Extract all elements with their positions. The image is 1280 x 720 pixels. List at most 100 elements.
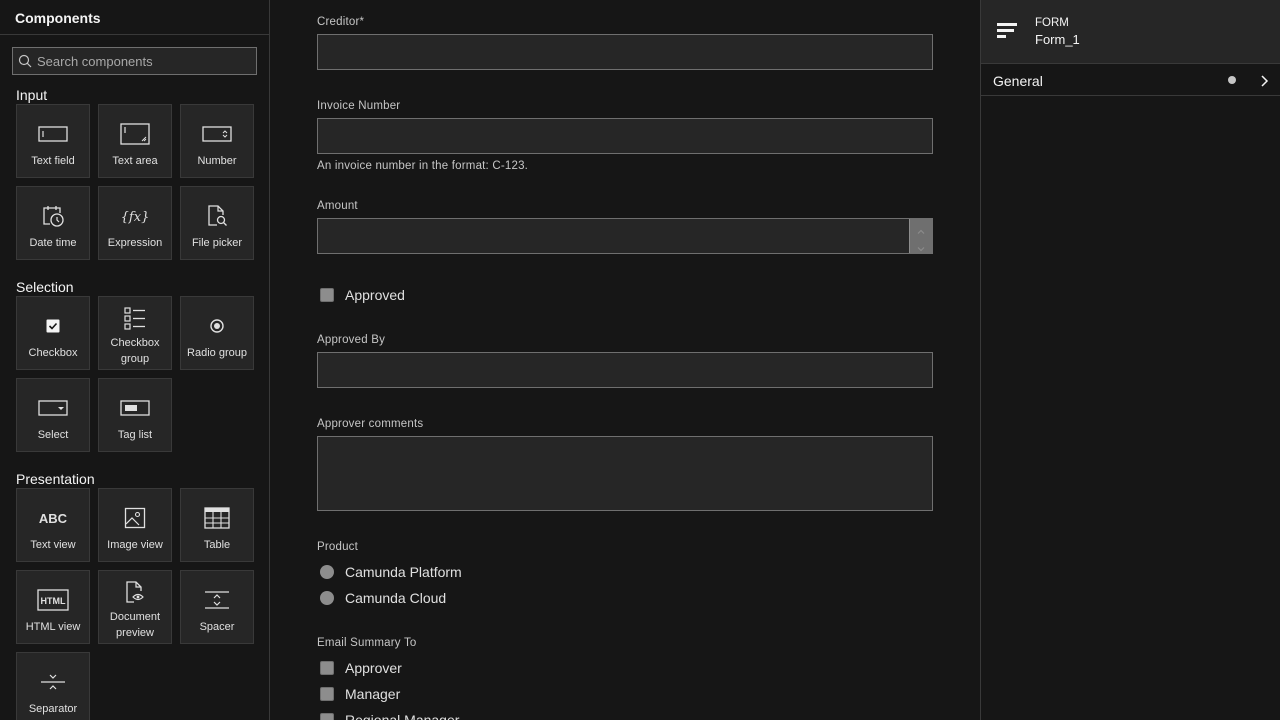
tile-number[interactable]: Number [180,104,254,178]
tile-label: Checkbox [28,347,78,359]
product-option-label: Camunda Cloud [345,590,447,606]
tile-select[interactable]: Select [16,378,90,452]
search-input[interactable] [37,48,252,74]
tile-label: File picker [191,237,243,249]
text-view-icon: ABC [16,503,90,533]
palette-title: Components [0,0,269,35]
product-label: Product [317,541,359,553]
form-canvas: Creditor* Invoice Number An invoice numb… [270,0,980,720]
text-area-icon [98,119,172,149]
increment-icon[interactable] [917,223,925,234]
tile-label: Radio group [187,347,247,359]
invoice-number-description: An invoice number in the format: C-123. [317,160,529,172]
group-title-input: Input [16,87,48,103]
chevron-right-icon[interactable] [1259,74,1269,92]
components-palette: Components Input Text field Text area [0,0,270,720]
group-title-selection: Selection [16,279,74,295]
approver-comments-textarea[interactable] [317,436,933,511]
tile-checkbox-group[interactable]: Checkbox group [98,296,172,370]
form-editor: Components Input Text field Text area [0,0,1280,720]
tile-table[interactable]: Table [180,488,254,562]
group-label: General [993,73,1043,89]
tile-label: Separator [28,703,78,715]
tile-document-preview[interactable]: Document preview [98,570,172,644]
email-summary-label: Email Summary To [317,637,417,649]
creditor-label: Creditor* [317,16,365,28]
spacer-icon [180,585,254,615]
tile-label: Date time [29,237,77,249]
tile-label: Text field [31,155,75,167]
tag-list-icon [98,393,172,423]
image-view-icon [98,503,172,533]
tile-label: Number [197,155,237,167]
tile-label: Checkbox group [110,337,160,365]
radio-button[interactable] [320,591,334,605]
radio-button[interactable] [320,565,334,579]
tile-text-area[interactable]: Text area [98,104,172,178]
tile-text-view[interactable]: ABC Text view [16,488,90,562]
decrement-icon[interactable] [917,240,925,252]
tile-checkbox[interactable]: Checkbox [16,296,90,370]
tile-label: Table [203,539,231,551]
form-icon [997,22,1017,45]
element-name: Form_1 [1035,32,1080,47]
checkbox-box[interactable] [320,687,334,701]
tile-text-field[interactable]: Text field [16,104,90,178]
table-icon [180,503,254,533]
invoice-number-label: Invoice Number [317,100,401,112]
tile-label: Select [37,429,69,441]
checkbox-group-icon [98,303,172,333]
email-summary-option[interactable]: Manager [320,684,400,704]
tile-image-view[interactable]: Image view [98,488,172,562]
checkbox-icon [16,311,90,341]
group-general[interactable]: General [981,64,1280,96]
approved-by-input[interactable] [317,352,933,388]
approver-comments-label: Approver comments [317,418,424,430]
tile-radio-group[interactable]: Radio group [180,296,254,370]
email-summary-option-label: Manager [345,686,401,702]
checkbox-box[interactable] [320,288,334,302]
tile-date-time[interactable]: Date time [16,186,90,260]
product-option[interactable]: Camunda Cloud [320,588,446,608]
tile-label: Spacer [199,621,235,633]
tile-spacer[interactable]: Spacer [180,570,254,644]
invoice-number-input[interactable] [317,118,933,154]
group-title-presentation: Presentation [16,471,95,487]
approved-checkbox[interactable]: Approved [320,285,405,305]
tile-expression[interactable]: {fx} Expression [98,186,172,260]
product-option[interactable]: Camunda Platform [320,562,462,582]
tile-tag-list[interactable]: Tag list [98,378,172,452]
expression-icon: {fx} [98,201,172,231]
tile-label: Tag list [117,429,153,441]
amount-input[interactable] [317,218,933,254]
svg-text:ABC: ABC [39,511,68,526]
tile-label: Expression [107,237,163,249]
tile-file-picker[interactable]: File picker [180,186,254,260]
approved-by-label: Approved By [317,334,386,346]
radio-group-icon [180,311,254,341]
tile-label: Text area [112,155,158,167]
checkbox-box[interactable] [320,713,334,720]
select-icon [16,393,90,423]
email-summary-option[interactable]: Regional Manager [320,710,459,720]
email-summary-option-label: Regional Manager [345,712,460,720]
tile-separator[interactable]: Separator [16,652,90,720]
email-summary-option[interactable]: Approver [320,658,402,678]
properties-header: FORM Form_1 [981,0,1280,64]
tile-label: Text view [30,539,76,551]
email-summary-option-label: Approver [345,660,402,676]
tile-label: HTML view [25,621,81,633]
tile-html-view[interactable]: HTML HTML view [16,570,90,644]
palette-search[interactable] [12,47,257,75]
tile-label: Image view [107,539,163,551]
product-option-label: Camunda Platform [345,564,462,580]
creditor-input[interactable] [317,34,933,70]
tile-label: Document preview [109,611,161,639]
properties-panel: FORM Form_1 General [980,0,1280,720]
number-spinner[interactable] [909,219,932,253]
search-icon [18,54,32,73]
file-picker-icon [180,201,254,231]
checkbox-box[interactable] [320,661,334,675]
text-field-icon [16,119,90,149]
amount-label: Amount [317,200,358,212]
